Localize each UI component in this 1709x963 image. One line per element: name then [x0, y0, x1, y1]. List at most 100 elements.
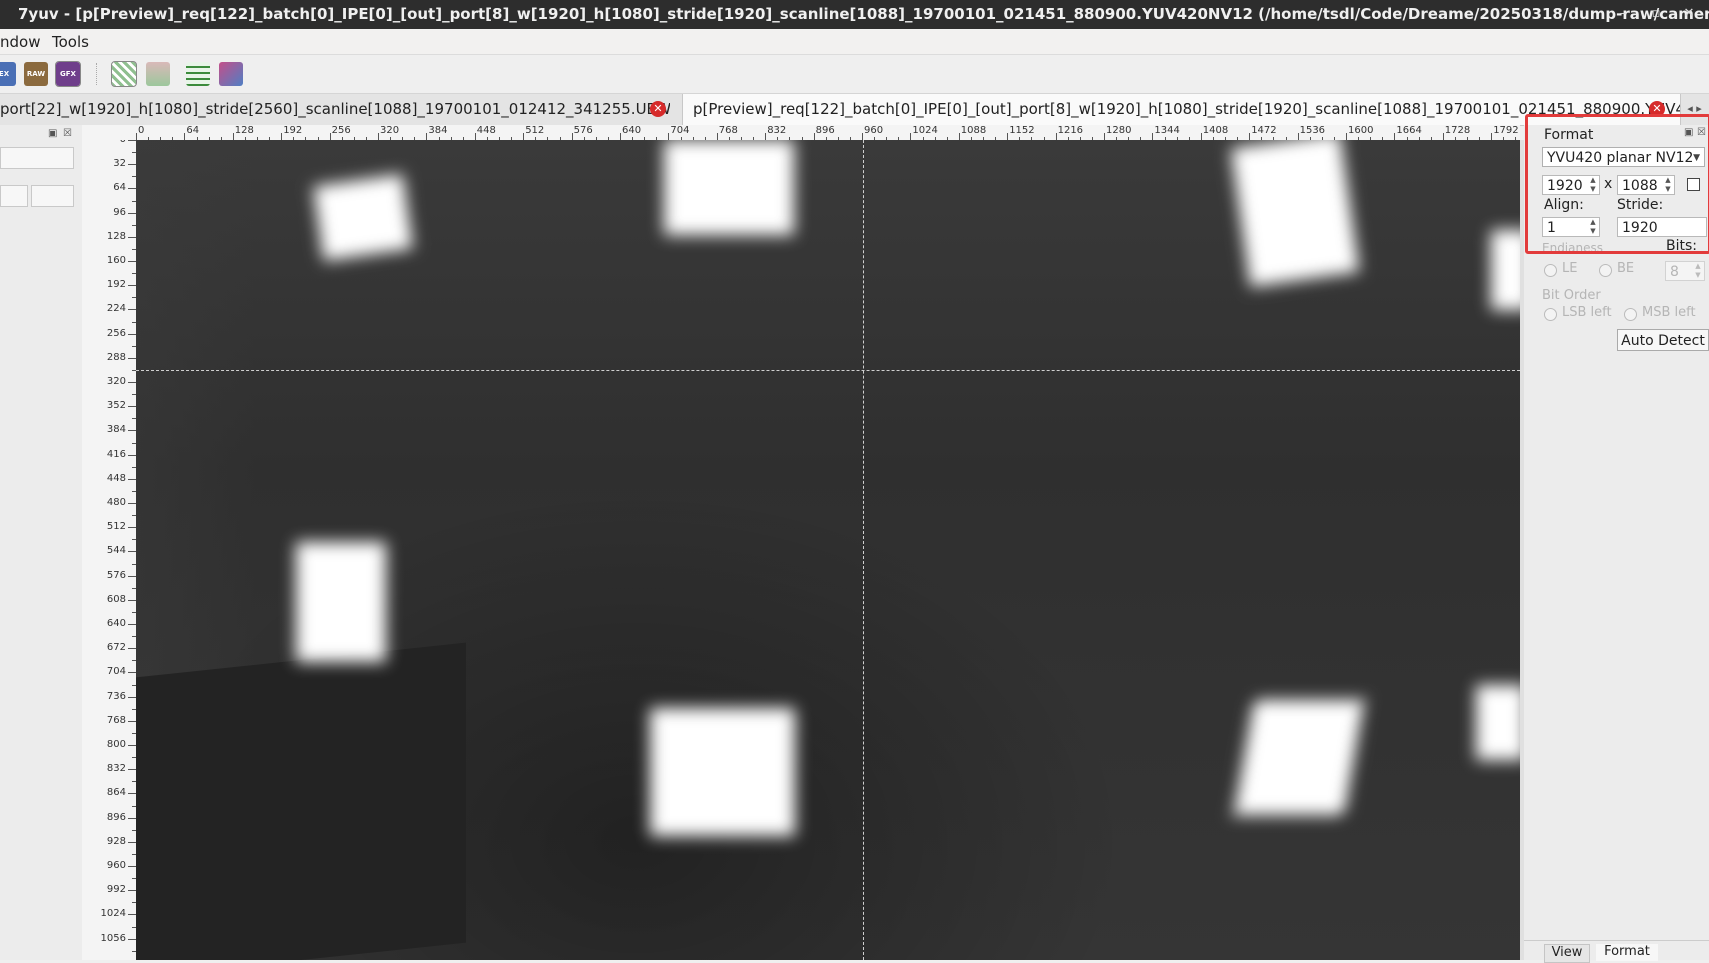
left-field-3[interactable] — [31, 185, 74, 207]
ruler-label: 1024 — [100, 908, 126, 920]
auto-detect-button[interactable]: Auto Detect — [1617, 329, 1709, 351]
ruler-label: 416 — [106, 448, 126, 460]
msb-left-radio[interactable] — [1624, 308, 1637, 321]
vertical-ruler: 0 32 64 96 128 160 192 224 256 288 320 352 384 416 448… — [82, 140, 137, 960]
ruler-label: 512 — [106, 521, 126, 533]
ruler-tick — [128, 527, 136, 529]
lsb-left-label: LSB left — [1562, 305, 1612, 320]
tab-label: port[22]_w[1920]_h[1080]_stride[2560]_sc… — [0, 100, 670, 118]
ruler-tick — [1200, 133, 1202, 140]
bit-order-label: Bit Order — [1542, 288, 1601, 303]
grid-icon[interactable] — [111, 61, 137, 87]
ruler-label: 736 — [106, 690, 126, 702]
tab-format[interactable]: Format — [1596, 944, 1658, 961]
ruler-tick — [128, 575, 136, 577]
toolbar-separator — [96, 63, 99, 85]
ruler-icon[interactable] — [146, 62, 170, 86]
ruler-tick — [426, 133, 428, 140]
dock-float-icon[interactable]: ▣ — [48, 128, 57, 139]
left-field-2[interactable] — [0, 185, 28, 207]
ruler-tick — [128, 769, 136, 771]
ruler-tick — [232, 133, 234, 140]
dark-object — [136, 642, 466, 960]
minimize-button[interactable]: – — [1610, 0, 1636, 29]
tab-file-ubwctp10[interactable]: port[22]_w[1920]_h[1080]_stride[2560]_sc… — [0, 94, 670, 125]
tab-view[interactable]: View — [1544, 944, 1590, 963]
ruler-tick — [523, 133, 525, 140]
ruler-label: 576 — [106, 569, 126, 581]
ruler-label: 1024 — [912, 125, 938, 136]
ruler-label: 96 — [113, 206, 126, 218]
ruler-tick — [128, 599, 136, 601]
left-field-1[interactable] — [0, 147, 74, 169]
ruler-label: 128 — [234, 125, 254, 136]
ruler-tick — [128, 745, 136, 746]
highlight-box — [1525, 114, 1709, 254]
dock-close-icon[interactable]: ☒ — [63, 128, 72, 139]
ruler-label: 128 — [106, 230, 126, 242]
ruler-tick — [668, 133, 670, 140]
ruler-tick — [329, 133, 331, 140]
lsb-left-radio[interactable] — [1544, 308, 1557, 321]
ruler-label: 448 — [476, 125, 496, 136]
convert-icon[interactable] — [219, 62, 243, 86]
ruler-label: 1664 — [1396, 125, 1422, 136]
menu-tools[interactable]: Tools — [52, 33, 89, 51]
ruler-label: 608 — [106, 593, 126, 605]
ruler-tick — [1152, 133, 1154, 140]
ruler-label: 1152 — [1009, 125, 1035, 136]
bits-value: 8 — [1670, 264, 1679, 280]
ruler-tick — [813, 133, 815, 140]
add-grid-icon[interactable] — [186, 62, 210, 86]
ruler-label: 288 — [106, 351, 126, 363]
be-radio[interactable] — [1599, 264, 1612, 277]
bits-spinbox[interactable]: 8 ▲ ▼ — [1665, 261, 1705, 281]
close-window-button[interactable]: ✕ — [1676, 0, 1702, 29]
spin-arrows-icon[interactable]: ▲ ▼ — [1692, 262, 1704, 280]
ruler-tick — [128, 357, 136, 359]
ruler-tick — [128, 188, 136, 190]
ruler-label: 1056 — [100, 932, 126, 944]
light-blob — [1230, 140, 1360, 287]
ruler-label: 992 — [106, 884, 126, 896]
ruler-label: 384 — [428, 125, 448, 136]
ruler-tick — [128, 406, 136, 408]
ruler-tick — [716, 133, 718, 140]
light-blob — [1491, 230, 1520, 310]
raw-view-icon[interactable]: RAW — [24, 62, 48, 86]
ruler-label: 224 — [106, 303, 126, 315]
ruler-label: 64 — [186, 125, 200, 136]
ruler-label: 640 — [106, 618, 126, 629]
ruler-label: 576 — [573, 125, 593, 136]
le-radio[interactable] — [1544, 264, 1557, 277]
ruler-tick — [128, 140, 136, 141]
ruler-tick — [184, 133, 186, 140]
crosshair-horizontal — [136, 370, 1520, 371]
left-dock-panel: ▣ ☒ — [0, 125, 83, 960]
ruler-label: 480 — [106, 497, 126, 508]
gfx-view-icon[interactable]: GFX — [55, 61, 81, 87]
light-blob — [313, 174, 413, 261]
ruler-tick — [128, 624, 136, 625]
ruler-label: 1472 — [1251, 125, 1277, 136]
ruler-label: 960 — [864, 125, 884, 136]
menu-window[interactable]: ndow — [0, 33, 40, 51]
hex-view-icon[interactable]: EX — [0, 62, 16, 86]
ruler-tick — [1491, 133, 1493, 140]
ruler-tick — [128, 430, 136, 432]
ruler-tick — [136, 133, 137, 140]
close-tab-icon[interactable]: ✕ — [650, 101, 666, 117]
ruler-tick — [1346, 133, 1347, 140]
ruler-tick — [128, 817, 136, 819]
image-canvas[interactable] — [136, 140, 1520, 960]
ruler-tick — [1442, 133, 1444, 140]
be-label: BE — [1617, 261, 1635, 276]
ruler-tick — [910, 133, 912, 140]
ruler-label: 64 — [113, 182, 126, 194]
ruler-label: 384 — [106, 424, 126, 436]
ruler-tick — [128, 212, 136, 214]
ruler-label: 0 — [138, 125, 145, 136]
ruler-label: 672 — [106, 642, 126, 654]
file-tabbar: port[22]_w[1920]_h[1080]_stride[2560]_sc… — [0, 94, 1709, 126]
maximize-button[interactable]: ▫ — [1643, 0, 1669, 29]
